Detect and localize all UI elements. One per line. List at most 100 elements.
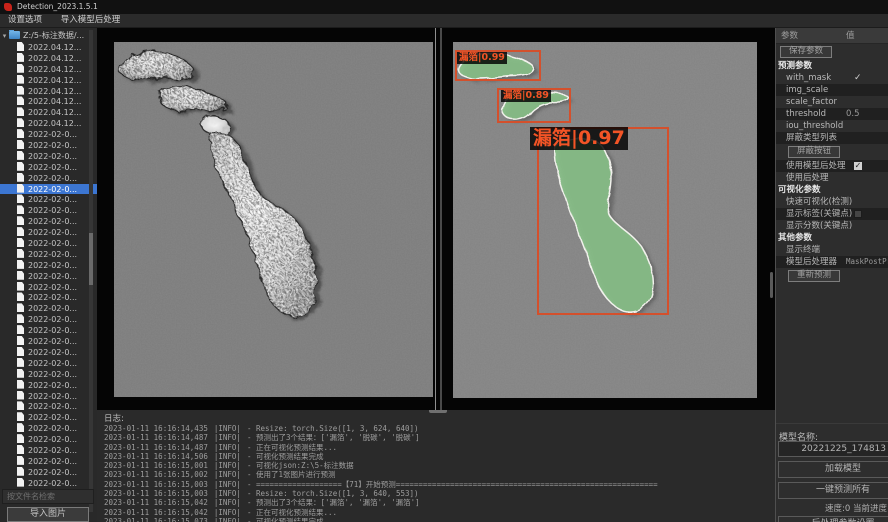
log-timestamp: 2023-01-11 16:16:15,002 [104,470,208,479]
param-button[interactable]: 保存参数 [780,46,832,58]
tree-item[interactable]: 2022-02-0... [0,478,97,489]
file-icon [17,445,24,454]
tree-item[interactable]: 2022-02-0... [0,336,97,347]
tree-item[interactable]: 2022-02-0... [0,227,97,238]
tree-item[interactable]: 2022-02-0... [0,292,97,303]
tree-item[interactable]: 2022-02-0... [0,162,97,173]
param-row[interactable]: 快速可视化(检测) [776,196,888,208]
model-name-field[interactable]: 20221225_174813 [778,441,888,457]
param-row[interactable]: 使用后处理 [776,172,888,184]
param-row[interactable]: 显示终端 [776,244,888,256]
tree-item[interactable]: 2022-02-0... [0,205,97,216]
param-row[interactable]: 使用模型后处理✓ [776,160,888,172]
panel-splitter-grip[interactable] [770,272,773,298]
tree-item[interactable]: 2022-02-0... [0,129,97,140]
tree-item-label: 2022-02-0... [28,402,77,411]
tree-item-label: 2022.04.12... [28,97,81,106]
postprocess-settings-button[interactable]: 后处理参数设置 [778,516,888,522]
tree-item[interactable]: 2022.04.12... [0,107,97,118]
image-viewer-right[interactable]: 漏箔|0.99 漏箔|0.89 漏箔|0.97 [453,42,757,398]
tree-item[interactable]: 2022-02-0... [0,445,97,456]
tree-item[interactable]: 2022-02-0... [0,238,97,249]
log-splitter-grip[interactable] [429,410,447,413]
log-level: |INFO| [208,508,247,517]
menu-item-import-postprocess[interactable]: 导入模型后处理 [53,14,129,27]
tree-item[interactable]: 2022-02-0... [0,412,97,423]
param-row[interactable]: 显示标签(关键点) [776,208,888,220]
tree-item[interactable]: 2022-02-0... [0,325,97,336]
predict-all-button[interactable]: 一键预测所有 [778,482,888,499]
image-splitter[interactable] [440,28,442,410]
tree-item[interactable]: 2022-02-0... [0,423,97,434]
param-row[interactable]: 屏蔽类型列表 [776,132,888,144]
menu-bar: 设置选项 导入模型后处理 [0,14,888,28]
tree-item[interactable]: 2022-02-0... [0,216,97,227]
file-icon [17,456,24,465]
chevron-down-icon[interactable]: ▾ [0,30,9,42]
image-viewer-left[interactable] [114,42,433,397]
param-button[interactable]: 屏蔽按钮 [788,146,840,158]
tree-item[interactable]: 2022-02-0... [0,434,97,445]
tree-scrollbar-thumb[interactable] [89,233,93,285]
tree-item[interactable]: 2022.04.12... [0,86,97,97]
param-row[interactable]: 模型后处理器MaskPostPro [776,256,888,268]
checkbox-checked-icon[interactable]: ✓ [854,162,862,170]
tree-item-label: 2022-02-0... [28,381,77,390]
tree-item[interactable]: 2022-02-0... [0,380,97,391]
tree-item[interactable]: 2022-02-0... [0,391,97,402]
tree-item[interactable]: 2022-02-0... [0,249,97,260]
speed-progress-text: 速度:0 当前进度 [776,502,887,514]
tree-item[interactable]: 2022-02-0... [0,467,97,478]
tree-item[interactable]: 2022-02-0... [0,271,97,282]
search-input[interactable] [2,489,94,504]
tree-item-label: 2022.04.12... [28,76,81,85]
log-timestamp: 2023-01-11 16:16:14,487 [104,433,208,442]
file-icon [17,380,24,389]
param-row[interactable]: scale_factor [776,96,888,108]
param-row[interactable]: threshold0.5 [776,108,888,120]
param-row[interactable]: iou_threshold [776,120,888,132]
menu-item-settings[interactable]: 设置选项 [0,14,50,27]
tree-item[interactable]: 2022-02-0... [0,151,97,162]
tree-item-label: 2022-02-0... [28,272,77,281]
tree-item[interactable]: 2022.04.12... [0,42,97,53]
tree-item[interactable]: 2022-02-0... [0,184,97,195]
log-message: - 预测出了3个结果：['漏箔', '漏箔', '漏箔'] [247,498,420,507]
tree-item[interactable]: 2022-02-0... [0,194,97,205]
tree-item-label: 2022-02-0... [28,185,77,194]
tree-item[interactable]: 2022-02-0... [0,173,97,184]
param-row[interactable]: with_mask✓ [776,72,888,84]
param-row[interactable]: 显示分数(关键点) [776,220,888,232]
param-row[interactable]: img_scale [776,84,888,96]
tree-item[interactable]: 2022-02-0... [0,314,97,325]
file-icon [17,423,24,432]
tree-item[interactable]: 2022.04.12... [0,53,97,64]
tree-item[interactable]: 2022-02-0... [0,140,97,151]
tree-item-label: 2022-02-0... [28,261,77,270]
detection-label: 漏箔|0.89 [501,90,551,102]
tree-item[interactable]: 2022-02-0... [0,260,97,271]
tree-item-label: 2022-02-0... [28,435,77,444]
load-model-button[interactable]: 加载模型 [778,461,888,478]
checkbox-empty-icon[interactable] [854,210,862,218]
file-icon [17,434,24,443]
tree-item[interactable]: 2022.04.12... [0,118,97,129]
param-button[interactable]: 重新预测 [788,270,840,282]
tree-item[interactable]: 2022-02-0... [0,456,97,467]
import-images-button[interactable]: 导入图片 [7,507,89,522]
tree-item-label: 2022-02-0... [28,370,77,379]
file-icon [17,401,24,410]
tree-item[interactable]: 2022-02-0... [0,303,97,314]
tree-root-node[interactable]: ▾Z:/5-标注数据/... [0,30,97,42]
tree-item[interactable]: 2022-02-0... [0,401,97,412]
tree-item[interactable]: 2022-02-0... [0,369,97,380]
tree-item[interactable]: 2022-02-0... [0,347,97,358]
tree-item[interactable]: 2022.04.12... [0,64,97,75]
title-bar[interactable]: Detection_2023.1.5.1 [0,0,888,14]
tree-item[interactable]: 2022.04.12... [0,96,97,107]
tree-item[interactable]: 2022.04.12... [0,75,97,86]
tree-item[interactable]: 2022-02-0... [0,358,97,369]
file-icon [17,53,24,62]
tree-item[interactable]: 2022-02-0... [0,282,97,293]
tree-item-label: 2022-02-0... [28,163,77,172]
